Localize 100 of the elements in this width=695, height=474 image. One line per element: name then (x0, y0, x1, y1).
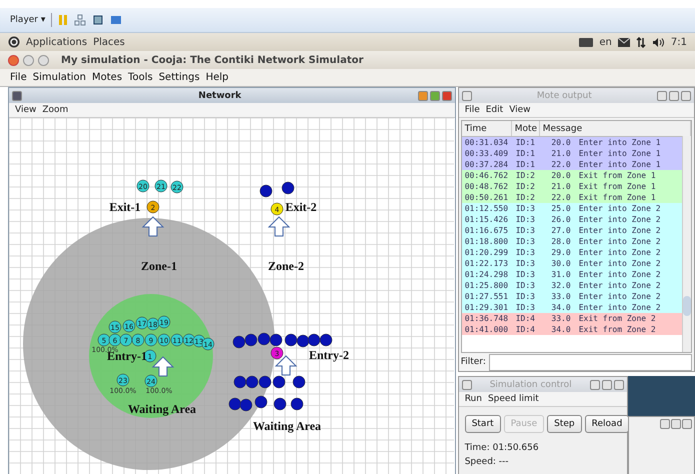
mote[interactable] (232, 336, 246, 348)
mote[interactable] (284, 334, 298, 346)
mote[interactable] (244, 334, 258, 346)
window-title: My simulation - Cooja: The Contiki Network Simulator (61, 54, 364, 66)
filter-label: Filter: (460, 357, 486, 367)
area-label: Entry-2 (309, 348, 349, 362)
mote[interactable] (274, 398, 286, 410)
player-menu[interactable]: Player ▾ (10, 15, 46, 25)
area-label: Zone-1 (141, 259, 177, 273)
volume-icon[interactable] (652, 36, 665, 48)
table-cell-text: Enter into Zone 2 (578, 281, 661, 290)
table-cell-text: 01:36.748 (464, 314, 510, 323)
table-cell-text: Enter into Zone 2 (578, 204, 661, 213)
close-icon[interactable] (442, 90, 452, 100)
speed-label: Speed: --- (464, 456, 510, 467)
close-icon[interactable] (614, 380, 624, 390)
keyboard-icon[interactable] (579, 38, 594, 46)
menu-item[interactable]: Edit (486, 105, 504, 115)
table-cell-text: 22.0 (550, 193, 572, 202)
menu-item[interactable]: Zoom (42, 105, 68, 115)
maximize-icon[interactable] (671, 419, 681, 429)
window-menu-icon[interactable] (462, 90, 472, 100)
applications-menu[interactable]: Applications (26, 36, 88, 48)
table-cell-text: 00:31.034 (464, 138, 510, 147)
mote[interactable] (258, 332, 270, 346)
table-cell-text: ID:3 (514, 259, 536, 268)
mote[interactable] (258, 376, 272, 388)
minimize-icon[interactable] (660, 419, 670, 429)
control-button[interactable]: Step (547, 415, 582, 433)
close-icon[interactable] (682, 419, 692, 429)
table-cell-text: 29.0 (550, 248, 572, 257)
menu-item[interactable]: File (464, 105, 480, 115)
network-icon[interactable] (74, 14, 86, 26)
table-cell-text: 31.0 (550, 270, 572, 279)
mote[interactable] (292, 376, 306, 388)
maximize-icon[interactable] (430, 90, 440, 100)
mote[interactable] (320, 334, 332, 346)
menu-item[interactable]: Help (206, 72, 229, 83)
window-title: Simulation control (488, 380, 573, 390)
menu-item[interactable]: File (10, 72, 27, 83)
mote[interactable] (234, 376, 246, 388)
table-cell-text: Enter into Zone 2 (578, 248, 661, 257)
window-menu-icon[interactable] (462, 380, 472, 390)
control-button[interactable]: Reload (584, 415, 630, 433)
mote[interactable] (290, 398, 304, 410)
mote[interactable] (270, 334, 282, 346)
clock[interactable]: 7:1 (670, 36, 687, 48)
filter-field[interactable] (488, 354, 692, 370)
mote[interactable] (254, 396, 268, 408)
table-cell-text: Enter into Zone 1 (578, 160, 661, 169)
mote[interactable] (260, 184, 272, 198)
menu-item[interactable]: View (509, 105, 531, 115)
menu-item[interactable]: Motes (92, 72, 122, 83)
table-cell-text: 01:18.800 (464, 237, 510, 246)
area-label: Exit-1 (109, 200, 141, 214)
control-button[interactable]: Start (464, 415, 501, 433)
table-cell-text: 21.0 (550, 182, 572, 191)
close-icon[interactable] (8, 54, 19, 66)
table-cell-text: 34.0 (550, 325, 572, 334)
window-menu-icon[interactable] (12, 90, 22, 100)
table-cell-text: ID:3 (514, 281, 536, 290)
window-icon[interactable] (110, 14, 122, 26)
table-cell-text: 34.0 (550, 303, 572, 312)
table-cell-text: ID:4 (514, 325, 536, 334)
mote[interactable] (282, 182, 294, 194)
column-header[interactable]: Mote (512, 121, 540, 136)
menu-item[interactable]: Simulation (32, 72, 86, 83)
maximize-icon[interactable] (602, 380, 612, 390)
places-menu[interactable]: Places (93, 36, 125, 48)
menu-item[interactable]: Tools (128, 72, 153, 83)
table-cell-text: 30.0 (550, 259, 572, 268)
scrollbar-thumb[interactable] (683, 296, 691, 316)
mail-icon[interactable] (618, 38, 630, 46)
menu-item[interactable]: Run (464, 394, 482, 404)
table-cell-text: Exit from Zone 1 (578, 182, 656, 191)
menu-item[interactable]: View (15, 105, 36, 115)
mote[interactable] (228, 398, 242, 410)
table-cell-text: ID:3 (514, 204, 536, 213)
minimize-icon[interactable] (418, 90, 428, 100)
mote[interactable] (246, 376, 258, 388)
table-cell-text: ID:1 (514, 149, 536, 158)
mote[interactable] (272, 376, 286, 388)
network-arrows-icon[interactable] (636, 36, 646, 48)
minimize-icon[interactable] (657, 90, 667, 100)
mote[interactable] (296, 334, 310, 348)
column-header[interactable]: Time (462, 121, 512, 136)
desktop-background (628, 376, 695, 416)
maximize-icon[interactable] (669, 90, 679, 100)
table-cell-text: Exit from Zone 2 (578, 325, 656, 334)
mote[interactable] (240, 398, 252, 412)
fullscreen-icon[interactable] (92, 14, 104, 26)
table-cell-text: Enter into Zone 2 (578, 270, 661, 279)
language-indicator[interactable]: en (599, 36, 612, 48)
menu-item[interactable]: Settings (158, 72, 200, 83)
menu-item[interactable]: Speed limit (488, 394, 539, 404)
table-cell-text: ID:4 (514, 314, 536, 323)
table-cell-text: 01:41.000 (464, 325, 510, 334)
mote[interactable] (308, 334, 320, 346)
minimize-icon[interactable] (590, 380, 600, 390)
close-icon[interactable] (681, 90, 691, 100)
